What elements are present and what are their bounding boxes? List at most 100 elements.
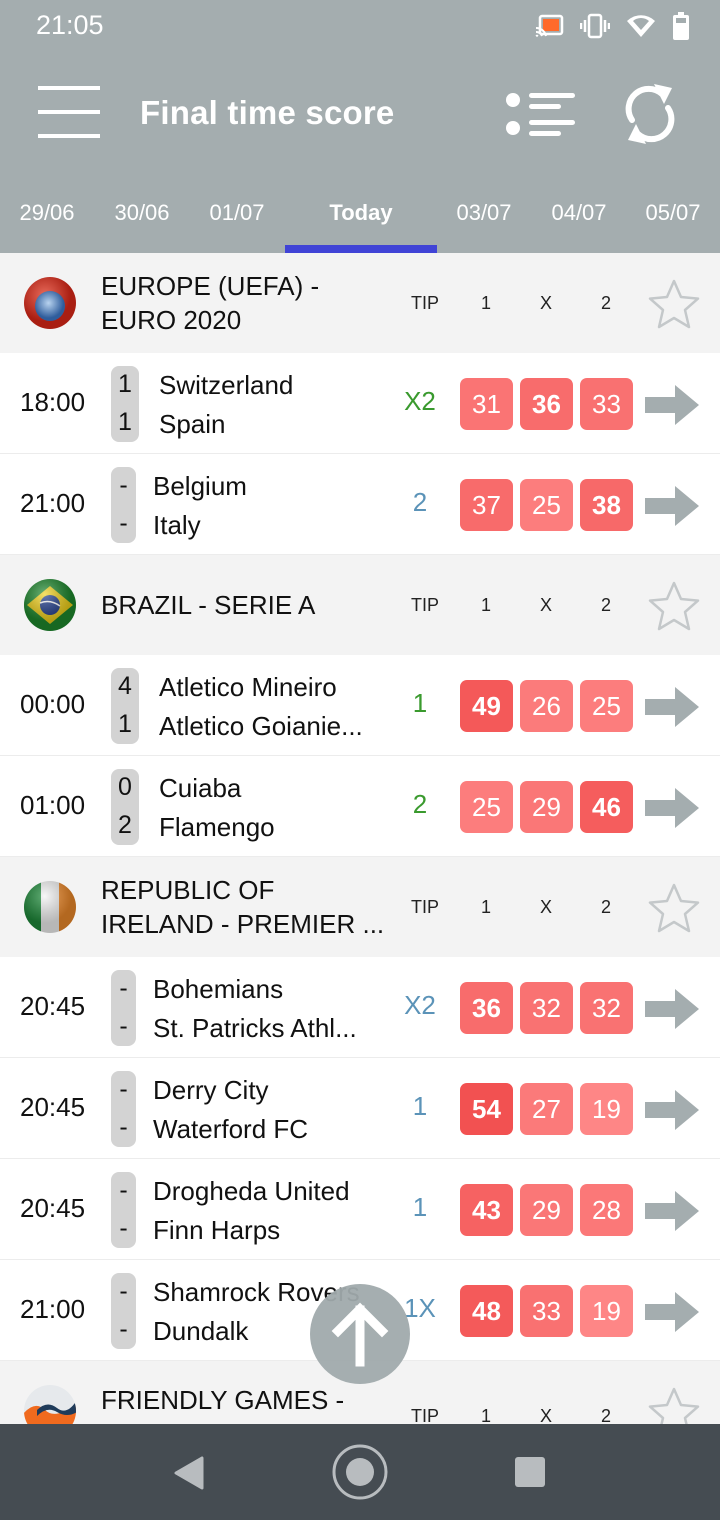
league-header[interactable]: EUROPE (UEFA) - EURO 2020 TIP 1 X 2 xyxy=(0,253,720,353)
favorite-star-icon[interactable] xyxy=(647,580,701,632)
probability-home[interactable]: 43 xyxy=(460,1184,513,1236)
arrow-up-icon xyxy=(331,1302,389,1367)
column-header-away: 2 xyxy=(600,595,611,615)
probability-home[interactable]: 36 xyxy=(460,982,513,1034)
tip-value: X2 xyxy=(404,990,436,1020)
match-details-arrow-icon[interactable] xyxy=(645,989,699,1029)
list-view-icon[interactable] xyxy=(503,90,577,140)
hamburger-menu-icon[interactable] xyxy=(38,86,100,140)
probability-draw[interactable]: 25 xyxy=(520,479,573,531)
match-list[interactable]: EUROPE (UEFA) - EURO 2020 TIP 1 X 2 18:00 1 1 Sw… xyxy=(0,253,720,1424)
probability-away[interactable]: 28 xyxy=(580,1184,633,1236)
probability-away[interactable]: 46 xyxy=(580,781,633,833)
league-name: FRIENDLY GAMES - CLUB FRIENDLIES xyxy=(101,1385,345,1424)
ireland-flag xyxy=(23,880,77,934)
tip-value: 1 xyxy=(412,688,428,718)
column-header-tip: TIP xyxy=(410,293,439,313)
favorite-star-icon[interactable] xyxy=(647,882,701,934)
probability-home[interactable]: 54 xyxy=(460,1083,513,1135)
tab-date[interactable]: 04/07 xyxy=(538,190,620,253)
column-header-tip: TIP xyxy=(410,595,439,615)
probability-draw[interactable]: 36 xyxy=(520,378,573,430)
column-header-draw: X xyxy=(539,897,552,917)
match-details-arrow-icon[interactable] xyxy=(645,486,699,526)
back-icon[interactable] xyxy=(160,1444,220,1500)
match-details-arrow-icon[interactable] xyxy=(645,385,699,425)
probability-draw[interactable]: 33 xyxy=(520,1285,573,1337)
match-row[interactable]: 20:45- - Bohemians St. Patricks Athl... X2 36… xyxy=(0,957,720,1058)
match-details-arrow-icon[interactable] xyxy=(645,1191,699,1231)
probability-home[interactable]: 37 xyxy=(460,479,513,531)
match-row[interactable]: 01:00 0 2 Cuiaba Flamengo 2 25 29 46 xyxy=(0,756,720,857)
active-tab-indicator xyxy=(285,245,437,253)
league-header[interactable]: BRAZIL - SERIE A TIP 1 X 2 xyxy=(0,555,720,655)
wifi-icon xyxy=(626,13,656,39)
column-header-away: 2 xyxy=(600,293,611,313)
probability-away[interactable]: 19 xyxy=(580,1285,633,1337)
match-row[interactable]: 18:00 1 1 Switzerland Spain X2 31 36 33 xyxy=(0,353,720,454)
league-name: BRAZIL - SERIE A xyxy=(101,590,316,620)
away-score: - xyxy=(119,1012,128,1040)
home-team: Bohemians xyxy=(153,974,284,1004)
score-badge: 41 xyxy=(111,668,139,744)
tab-date[interactable]: 01/07 xyxy=(196,190,278,253)
probability-draw[interactable]: 27 xyxy=(520,1083,573,1135)
tab-today[interactable]: Today xyxy=(285,190,437,253)
home-icon[interactable] xyxy=(330,1444,390,1500)
score-badge: -- xyxy=(111,1172,136,1248)
match-row[interactable]: 20:45- - Drogheda United Finn Harps 1 43 29 28 xyxy=(0,1159,720,1260)
probability-draw[interactable]: 26 xyxy=(520,680,573,732)
match-details-arrow-icon[interactable] xyxy=(645,1292,699,1332)
home-score: 0 xyxy=(118,773,132,801)
match-time: 00:00 xyxy=(20,689,86,719)
match-details-arrow-icon[interactable] xyxy=(645,1090,699,1130)
probability-draw[interactable]: 32 xyxy=(520,982,573,1034)
score-badge: 02 xyxy=(111,769,139,845)
match-row[interactable]: 21:00- - Belgium Italy 2 37 25 38 xyxy=(0,454,720,555)
teams: Switzerland Spain xyxy=(159,366,389,444)
recents-icon[interactable] xyxy=(500,1444,560,1500)
teams: Belgium Italy xyxy=(153,467,383,545)
home-score: 1 xyxy=(118,370,132,398)
tab-date[interactable]: 29/06 xyxy=(6,190,88,253)
match-row[interactable]: 00:00 4 1 Atletico Mineiro Atletico Goianie.… xyxy=(0,655,720,756)
tab-date[interactable]: 03/07 xyxy=(443,190,525,253)
away-team: St. Patricks Athl... xyxy=(153,1013,357,1043)
tab-date[interactable]: 05/07 xyxy=(632,190,714,253)
match-details-arrow-icon[interactable] xyxy=(645,788,699,828)
probability-draw[interactable]: 29 xyxy=(520,781,573,833)
column-header-tip: TIP xyxy=(410,897,439,917)
probability-away[interactable]: 33 xyxy=(580,378,633,430)
score-badge: 11 xyxy=(111,366,139,442)
tab-date[interactable]: 30/06 xyxy=(101,190,183,253)
favorite-star-icon[interactable] xyxy=(647,278,701,330)
probability-away[interactable]: 19 xyxy=(580,1083,633,1135)
probability-home[interactable]: 25 xyxy=(460,781,513,833)
away-score: - xyxy=(119,1113,128,1141)
match-time: 21:00 xyxy=(20,1294,86,1324)
match-row[interactable]: 20:45- - Derry City Waterford FC 1 54 27 19 xyxy=(0,1058,720,1159)
favorite-star-icon[interactable] xyxy=(647,1386,701,1424)
away-score: 1 xyxy=(118,408,132,436)
match-time: 20:45 xyxy=(20,1193,86,1223)
probability-away[interactable]: 25 xyxy=(580,680,633,732)
probability-home[interactable]: 49 xyxy=(460,680,513,732)
home-score: - xyxy=(119,471,128,499)
column-header-home: 1 xyxy=(480,897,491,917)
home-score: - xyxy=(119,1075,128,1103)
match-details-arrow-icon[interactable] xyxy=(645,687,699,727)
teams: Derry City Waterford FC xyxy=(153,1071,383,1149)
probability-away[interactable]: 38 xyxy=(580,479,633,531)
home-team: Atletico Mineiro xyxy=(159,672,337,702)
probability-draw[interactable]: 29 xyxy=(520,1184,573,1236)
scroll-to-top-button[interactable] xyxy=(310,1284,410,1384)
cast-icon xyxy=(534,14,564,38)
teams: Drogheda United Finn Harps xyxy=(153,1172,383,1250)
probability-away[interactable]: 32 xyxy=(580,982,633,1034)
probability-home[interactable]: 48 xyxy=(460,1285,513,1337)
league-header[interactable]: REPUBLIC OF IRELAND - PREMIER ... TIP 1 X 2 xyxy=(0,857,720,957)
tip-value: 2 xyxy=(412,487,428,517)
battery-icon xyxy=(672,12,690,40)
probability-home[interactable]: 31 xyxy=(460,378,513,430)
refresh-icon[interactable] xyxy=(620,82,680,146)
